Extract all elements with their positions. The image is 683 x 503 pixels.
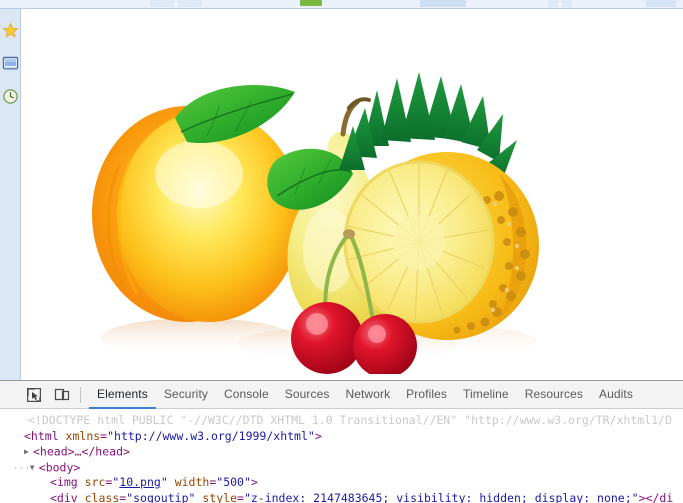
img-src-quote-close: ": [160, 475, 168, 489]
tab-resources[interactable]: Resources: [517, 381, 591, 409]
div-attr-class-name: class: [84, 490, 120, 503]
img-src-value-link[interactable]: 10.png: [119, 475, 161, 489]
dom-tree[interactable]: <!DOCTYPE html PUBLIC "-//W3C//DTD XHTML…: [0, 409, 683, 503]
tab-network-label: Network: [345, 386, 391, 401]
div-tag-open: <div: [50, 490, 85, 503]
toolbar-ghost-item-3: [420, 0, 466, 7]
html-tag-open: <html: [24, 428, 66, 443]
img-attr-space: [168, 475, 175, 489]
dom-line-img[interactable]: <img src="10.png" width="500">: [0, 475, 683, 491]
div-attr-style-eq: =: [237, 490, 244, 503]
html-tag-close: >: [314, 428, 322, 443]
favorites-star-icon[interactable]: [2, 22, 19, 39]
inspect-element-icon[interactable]: [22, 383, 46, 407]
img-attr-width-name: width: [174, 475, 210, 489]
devtools-panel: Elements Security Console Sources Networ…: [0, 380, 683, 503]
img-attr-src-name: src: [84, 475, 106, 489]
head-expand-arrow-icon[interactable]: ▶: [24, 444, 33, 460]
head-text: <head>…</head>: [33, 444, 130, 459]
toolbar-ghost-item-5: [562, 0, 572, 7]
fruit-image-graphic: [47, 54, 547, 374]
tab-profiles-label: Profiles: [406, 386, 447, 401]
browser-window: Elements Security Console Sources Networ…: [0, 0, 683, 503]
body-collapse-arrow-icon[interactable]: ▼: [30, 460, 39, 476]
tab-resources-label: Resources: [524, 386, 583, 401]
dom-line-head[interactable]: ▶ <head>…</head>: [0, 444, 683, 460]
tab-security-label: Security: [163, 386, 208, 401]
tab-sources-label: Sources: [284, 386, 330, 401]
toolbar-ghost-item-6: [646, 0, 676, 7]
tab-audits[interactable]: Audits: [591, 381, 641, 409]
div-attr-style-value: "z-index: 2147483645; visibility: hidden…: [243, 490, 639, 503]
dom-line-html[interactable]: <html xmlns="http://www.w3.org/1999/xhtm…: [0, 429, 683, 445]
html-attr-xmlns-value: "http://www.w3.org/1999/xhtml": [107, 428, 315, 443]
devtools-tab-bar: Elements Security Console Sources Networ…: [89, 381, 641, 409]
tab-console[interactable]: Console: [216, 381, 277, 409]
img-tag-open: <img: [50, 475, 85, 489]
toolbar-green-indicator: [300, 0, 322, 6]
tab-audits-label: Audits: [598, 386, 633, 401]
tab-security[interactable]: Security: [156, 381, 216, 409]
dom-line-doctype[interactable]: <!DOCTYPE html PUBLIC "-//W3C//DTD XHTML…: [0, 413, 683, 429]
toolbar-ghost-item-1: [150, 0, 174, 7]
browser-toolbar-strip: [0, 0, 683, 9]
tab-network[interactable]: Network: [337, 381, 398, 409]
toolbar-ghost-item-4: [548, 0, 558, 7]
img-tag-close: >: [250, 475, 258, 489]
browser-sidebar: [0, 9, 21, 380]
html-attr-xmlns-name: xmlns: [65, 428, 101, 443]
device-toolbar-icon[interactable]: [50, 383, 74, 407]
body-guide-dots: ···: [12, 459, 31, 474]
tab-elements[interactable]: Elements: [89, 381, 156, 409]
div-tag-close: ></di: [638, 490, 674, 503]
toolbar-ghost-item-2: [178, 0, 202, 7]
tab-timeline[interactable]: Timeline: [455, 381, 517, 409]
div-attr-style-name: style: [202, 490, 237, 503]
devtools-toolbar: Elements Security Console Sources Networ…: [0, 381, 683, 409]
body-text: <body>: [38, 459, 81, 474]
page-viewport: [22, 9, 683, 380]
doctype-text: <!DOCTYPE html PUBLIC "-//W3C//DTD XHTML…: [28, 413, 672, 427]
div-attr-class-value: "sogoutip": [126, 490, 196, 503]
tab-sources[interactable]: Sources: [277, 381, 338, 409]
fruit-image[interactable]: [47, 54, 547, 374]
tab-profiles[interactable]: Profiles: [398, 381, 455, 409]
img-attr-width-value: "500": [216, 475, 251, 489]
tab-console-label: Console: [223, 386, 269, 401]
feeds-window-icon[interactable]: [2, 55, 19, 72]
history-clock-icon[interactable]: [2, 88, 19, 105]
toolbar-divider: [80, 386, 81, 403]
dom-line-body[interactable]: ···▼ <body>: [0, 460, 683, 476]
tab-timeline-label: Timeline: [463, 386, 509, 401]
dom-line-div[interactable]: <div class="sogoutip" style="z-index: 21…: [0, 491, 683, 503]
tab-elements-label: Elements: [97, 386, 148, 401]
